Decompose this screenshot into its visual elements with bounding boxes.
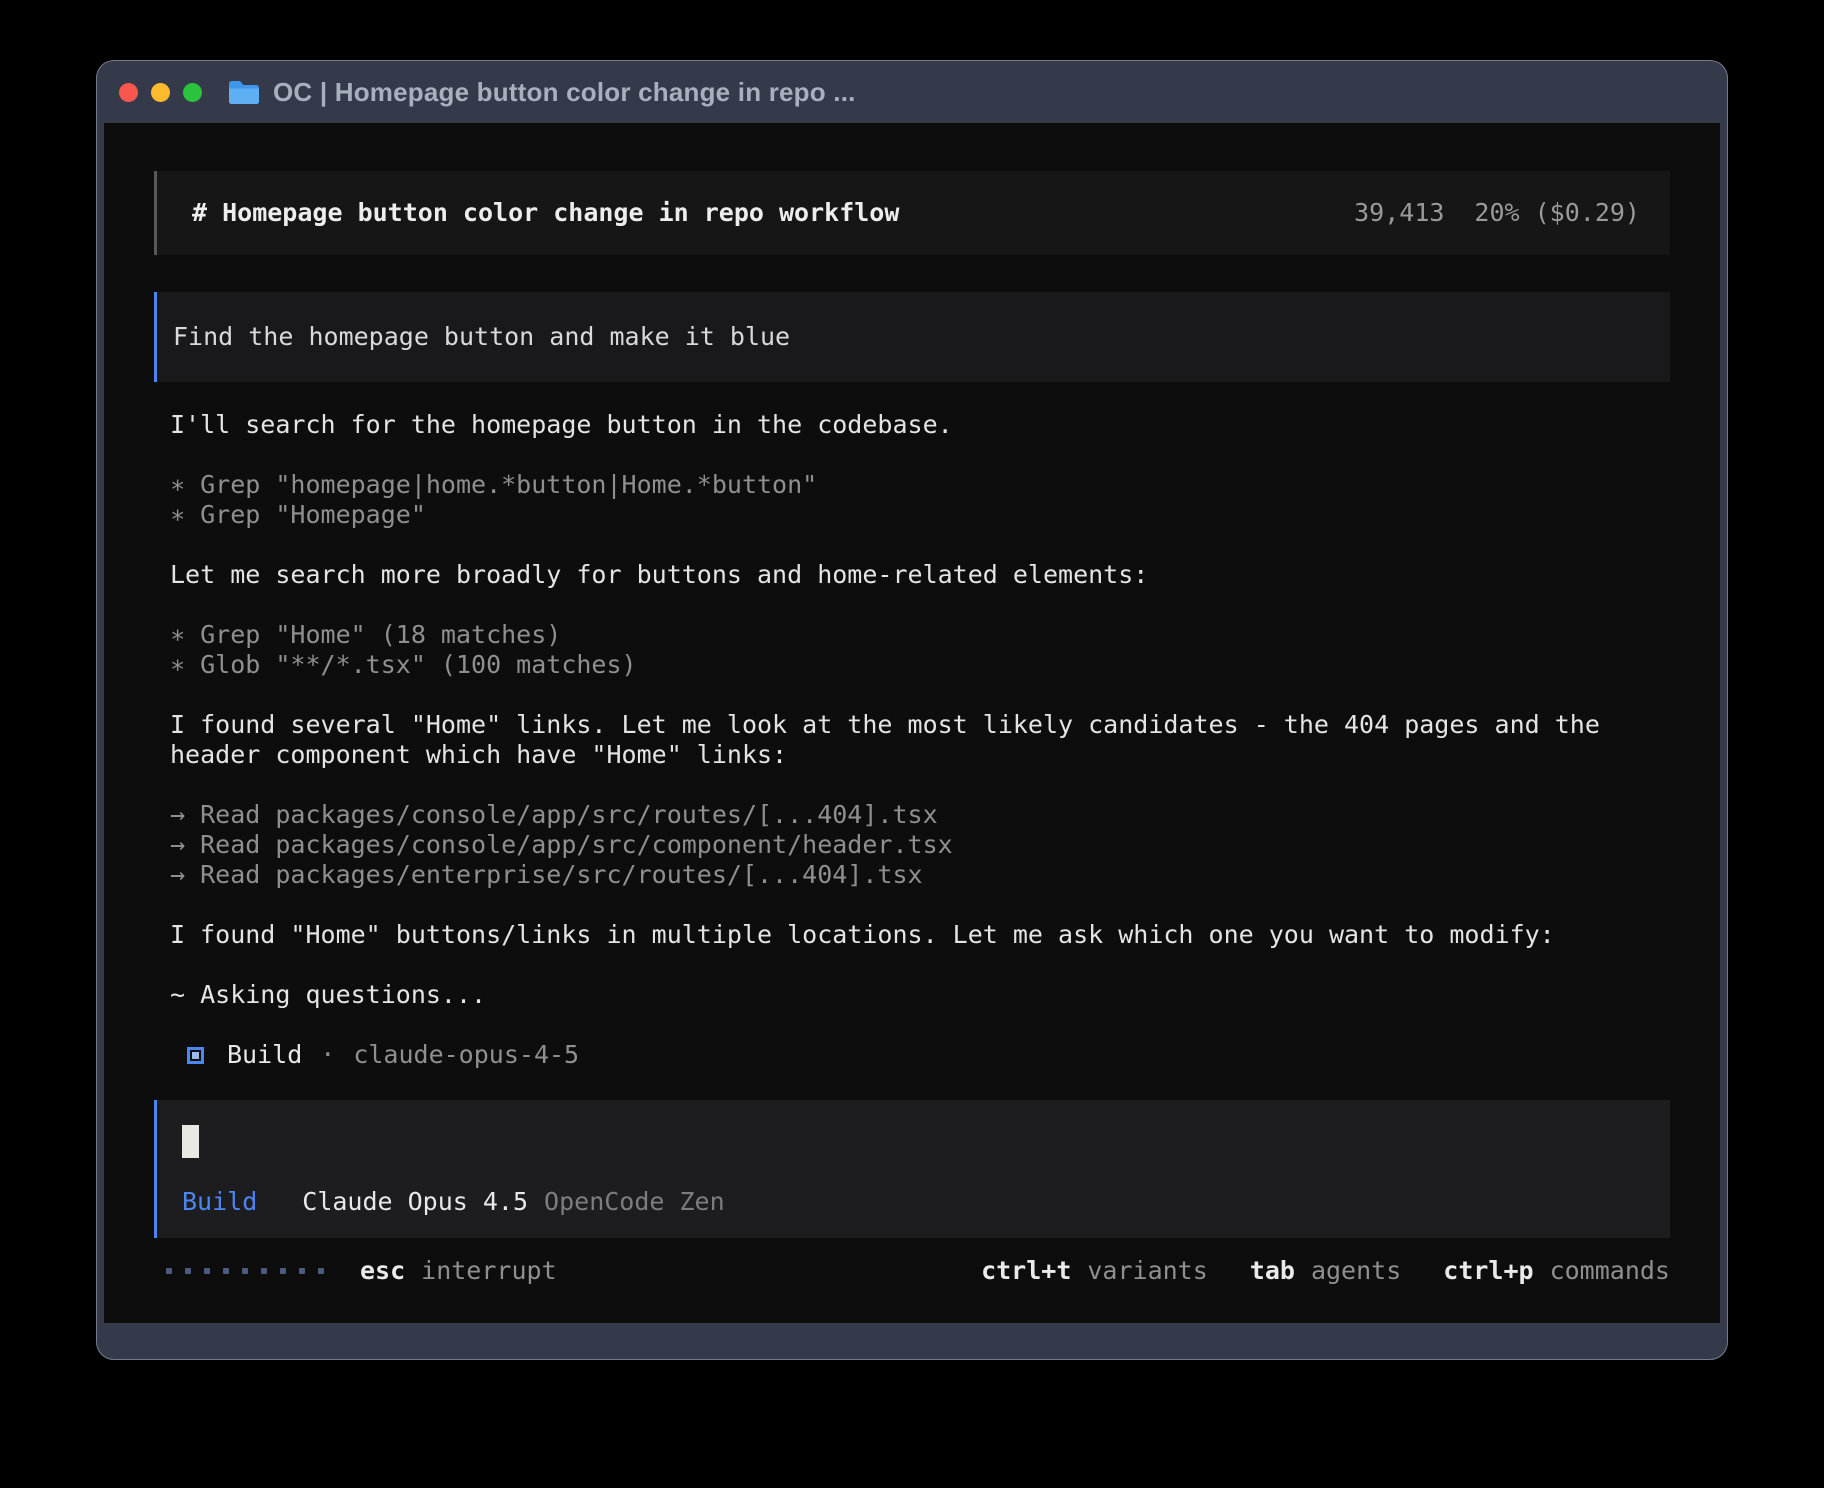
- prompt-input[interactable]: Build Claude Opus 4.5 OpenCode Zen: [154, 1100, 1670, 1238]
- tool-call-glob: ∗ Glob "**/*.tsx" (100 matches): [154, 650, 1670, 680]
- keyboard-hints: ctrl+t variants tab agents ctrl+p comman…: [981, 1256, 1670, 1286]
- agent-name: Build: [227, 1040, 302, 1070]
- tool-call-grep-1: ∗ Grep "homepage|home.*button|Home.*butt…: [154, 470, 1670, 500]
- tool-call-read-3: → Read packages/enterprise/src/routes/[.…: [154, 860, 1670, 890]
- input-model-label[interactable]: Claude Opus 4.5: [302, 1187, 528, 1217]
- session-meta: 39,413 20% ($0.29): [1354, 198, 1640, 228]
- user-message: Find the homepage button and make it blu…: [154, 292, 1670, 382]
- tool-call-read-1: → Read packages/console/app/src/routes/[…: [154, 800, 1670, 830]
- text-cursor: [182, 1125, 199, 1158]
- zoom-button[interactable]: [183, 83, 202, 102]
- assistant-ask: I found "Home" buttons/links in multiple…: [154, 920, 1670, 950]
- assistant-candidates: I found several "Home" links. Let me loo…: [154, 710, 1670, 770]
- input-agent-label[interactable]: Build: [182, 1187, 257, 1217]
- esc-label: interrupt: [421, 1256, 556, 1286]
- traffic-lights: [119, 83, 202, 102]
- tool-call-read-2: → Read packages/console/app/src/componen…: [154, 830, 1670, 860]
- token-count: 39,413: [1354, 198, 1444, 228]
- tool-call-grep-2: ∗ Grep "Homepage": [154, 500, 1670, 530]
- user-message-text: Find the homepage button and make it blu…: [173, 322, 790, 352]
- context-usage: 20% ($0.29): [1474, 198, 1640, 228]
- session-header: # Homepage button color change in repo w…: [154, 171, 1670, 255]
- progress-dots: [166, 1268, 324, 1274]
- hint-variants: ctrl+t variants: [981, 1256, 1208, 1286]
- agent-status-row: Build · claude-opus-4-5: [154, 1040, 1670, 1070]
- window-bottom-edge: [97, 1323, 1727, 1359]
- hint-commands: ctrl+p commands: [1443, 1256, 1670, 1286]
- window-title: OC | Homepage button color change in rep…: [273, 77, 856, 108]
- assistant-intro: I'll search for the homepage button in t…: [154, 410, 1670, 440]
- status-bar: esc interrupt ctrl+t variants tab agents…: [154, 1254, 1670, 1288]
- minimize-button[interactable]: [151, 83, 170, 102]
- terminal-window: OC | Homepage button color change in rep…: [96, 60, 1728, 1360]
- hint-agents: tab agents: [1250, 1256, 1401, 1286]
- folder-icon: [228, 79, 260, 105]
- agent-separator: ·: [320, 1040, 335, 1070]
- input-meta: Build Claude Opus 4.5 OpenCode Zen: [182, 1187, 1642, 1217]
- tool-call-grep-3: ∗ Grep "Home" (18 matches): [154, 620, 1670, 650]
- assistant-activity: ~ Asking questions...: [154, 980, 1670, 1010]
- esc-key-hint: esc: [360, 1256, 405, 1286]
- agent-model: claude-opus-4-5: [353, 1040, 579, 1070]
- terminal-content: # Homepage button color change in repo w…: [104, 123, 1720, 1323]
- assistant-broaden: Let me search more broadly for buttons a…: [154, 560, 1670, 590]
- agent-icon: [187, 1047, 204, 1064]
- close-button[interactable]: [119, 83, 138, 102]
- input-provider-label: OpenCode Zen: [544, 1187, 725, 1217]
- session-title: # Homepage button color change in repo w…: [192, 198, 899, 228]
- window-titlebar[interactable]: OC | Homepage button color change in rep…: [97, 61, 1727, 123]
